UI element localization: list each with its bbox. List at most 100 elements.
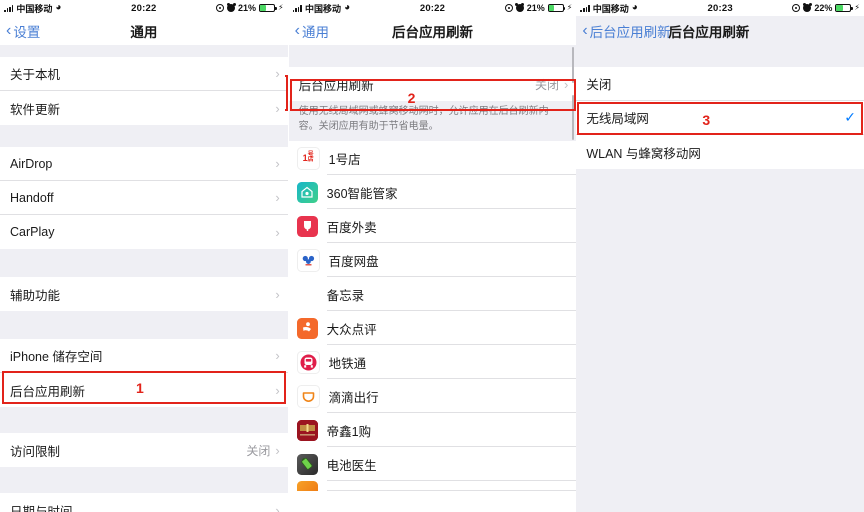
chevron-right-icon: › (275, 348, 280, 363)
battery-percent-label: 21% (526, 3, 545, 13)
app-name: 百度外卖 (326, 220, 377, 235)
checkmark-icon: ✓ (844, 109, 857, 125)
chevron-right-icon: › (275, 442, 280, 458)
list-item[interactable]: 百度网盘 (288, 243, 577, 277)
group-storage-refresh: iPhone 储存空间 › 后台应用刷新 › (0, 339, 288, 407)
row-label: 后台应用刷新 (298, 78, 374, 93)
screenshot-root: 中国移动 ◕ 20:22 21% ⚡ ‹ 设置 通用 关于本机 › 软件更新 ›… (0, 0, 864, 512)
row-value: 关闭 (534, 77, 559, 92)
list-item[interactable]: 360智能管家 (288, 175, 577, 209)
list-item-partial[interactable] (288, 481, 577, 491)
back-button-label: 设置 (13, 24, 41, 40)
app-icon-yhd: 1号店 (296, 146, 320, 170)
row-value: 关闭 (246, 443, 271, 458)
group-device: 关于本机 › 软件更新 › (0, 57, 288, 125)
list-item[interactable]: 地铁通 (288, 345, 577, 379)
alarm-clock-icon (515, 2, 525, 12)
row-label: 辅助功能 (10, 288, 61, 303)
row-label: 访问限制 (10, 444, 61, 459)
alarm-clock-icon (802, 2, 812, 12)
annotation-number-2: 2 (407, 90, 416, 106)
status-bar-panel3: 中国移动 ◕ 20:23 22% ⚡ (576, 0, 864, 16)
app-icon-dianping (296, 317, 318, 339)
status-bar-panel2: 中国移动 ◕ 20:22 21% ⚡ (288, 0, 577, 16)
list-item[interactable]: 大众点评 (288, 311, 577, 345)
row-label: AirDrop (10, 156, 53, 171)
row-label: 日期与时间 (10, 504, 73, 512)
chevron-right-icon: › (275, 156, 280, 171)
chevron-right-icon: › (564, 76, 569, 92)
alarm-clock-icon (226, 2, 236, 12)
row-accessibility[interactable]: 辅助功能 › (0, 277, 288, 311)
app-name: 电池医生 (326, 458, 377, 473)
list-item[interactable]: 滴滴出行 (288, 379, 577, 413)
app-name: 大众点评 (326, 322, 377, 337)
option-off[interactable]: 关闭 (576, 67, 864, 101)
row-carplay[interactable]: CarPlay › (0, 215, 288, 249)
battery-percent-label: 22% (814, 3, 833, 13)
group-spacer (288, 45, 577, 67)
row-restrictions[interactable]: 访问限制 关闭 › (0, 433, 288, 467)
back-button-background-refresh[interactable]: ‹ 后台应用刷新 (582, 21, 670, 41)
group-spacer (576, 45, 864, 67)
group-spacer (0, 249, 288, 277)
row-airdrop[interactable]: AirDrop › (0, 147, 288, 181)
group-spacer (0, 467, 288, 493)
options-list-panel3: 关闭 无线局域网 ✓ WLAN 与蜂窝移动网 (576, 45, 864, 512)
list-item[interactable]: 帝鑫1购 (288, 413, 577, 447)
status-bar-panel1: 中国移动 ◕ 20:22 21% ⚡ (0, 0, 288, 16)
app-icon-partial (296, 481, 318, 491)
page-title-general: 通用 (130, 24, 158, 40)
row-handoff[interactable]: Handoff › (0, 181, 288, 215)
chevron-right-icon: › (275, 224, 280, 240)
option-wifi-only[interactable]: 无线局域网 ✓ (576, 101, 864, 135)
row-background-app-refresh-toggle[interactable]: 后台应用刷新 关闭 › (288, 67, 577, 101)
back-button-settings[interactable]: ‹ 设置 (6, 21, 40, 41)
panel-background-app-refresh-list: 中国移动 ◕ 20:22 21% ⚡ ‹ 通用 后台应用刷新 后台应用刷新 关闭… (287, 0, 577, 512)
nav-bar-panel2: ‹ 通用 后台应用刷新 (288, 16, 577, 45)
annotation-number-1: 1 (136, 380, 144, 396)
lightning-bolt-icon: ⚡ (278, 3, 284, 12)
list-item[interactable]: 1号店 1号店 (288, 141, 577, 175)
option-label: 关闭 (586, 78, 612, 92)
refresh-list-panel2: 后台应用刷新 关闭 › 使用无线局域网或蜂窝移动网时，允许应用在后台刷新内容。关… (288, 45, 577, 512)
option-wifi-and-cellular[interactable]: WLAN 与蜂窝移动网 (576, 135, 864, 169)
app-icon-360 (296, 181, 318, 203)
row-label: iPhone 储存空间 (10, 350, 103, 364)
app-name: 帝鑫1购 (326, 424, 372, 439)
chevron-left-icon: ‹ (582, 21, 588, 39)
group-app-list: 1号店 1号店 360智能管家 百度外卖 百度网盘 备忘录 大众点评 地铁通 滴… (288, 141, 577, 491)
row-software-update[interactable]: 软件更新 › (0, 91, 288, 125)
option-label: 无线局域网 (586, 112, 649, 126)
list-item[interactable]: 备忘录 (288, 277, 577, 311)
row-date-time[interactable]: 日期与时间 › (0, 493, 288, 512)
row-iphone-storage[interactable]: iPhone 储存空间 › (0, 339, 288, 373)
app-name: 备忘录 (326, 288, 365, 303)
list-item[interactable]: 百度外卖 (288, 209, 577, 243)
chevron-left-icon: ‹ (6, 21, 12, 39)
group-continuity: AirDrop › Handoff › CarPlay › (0, 147, 288, 249)
panel-refresh-mode-options: 中国移动 ◕ 20:23 22% ⚡ ‹ 后台应用刷新 后台应用刷新 关闭 无线… (576, 0, 864, 512)
app-name: 地铁通 (328, 356, 367, 371)
location-icon (216, 4, 225, 12)
page-title-background-refresh: 后台应用刷新 (668, 24, 750, 40)
battery-icon (259, 4, 277, 12)
battery-percent-label: 21% (238, 3, 257, 13)
settings-list-panel1: 关于本机 › 软件更新 › AirDrop › Handoff › CarPla… (0, 45, 288, 512)
chevron-left-icon: ‹ (294, 21, 300, 39)
app-name: 百度网盘 (328, 254, 379, 269)
chevron-right-icon: › (275, 190, 280, 205)
group-spacer (0, 125, 288, 147)
location-icon (504, 4, 513, 12)
group-spacer (0, 311, 288, 339)
app-icon-battery-doctor (296, 453, 318, 475)
chevron-right-icon: › (275, 382, 280, 398)
group-spacer (0, 407, 288, 433)
list-item[interactable]: 电池医生 (288, 447, 577, 481)
panel-general-settings: 中国移动 ◕ 20:22 21% ⚡ ‹ 设置 通用 关于本机 › 软件更新 ›… (0, 0, 288, 512)
back-button-general[interactable]: ‹ 通用 (295, 21, 329, 41)
row-about[interactable]: 关于本机 › (0, 57, 288, 91)
app-name: 1号店 (328, 152, 361, 167)
group-master-toggle: 后台应用刷新 关闭 › (288, 67, 577, 101)
app-icon-baidu-waimai (296, 215, 318, 237)
